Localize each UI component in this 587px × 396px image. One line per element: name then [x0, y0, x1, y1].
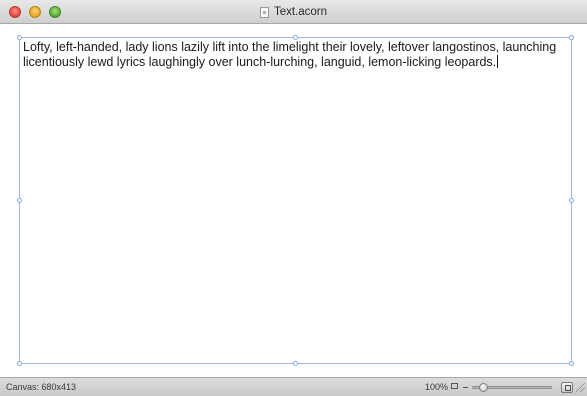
handle-middle-left[interactable]: [17, 198, 22, 203]
document-icon[interactable]: [259, 6, 269, 18]
text-caret: [497, 54, 499, 68]
acorn-window: Text.acorn Lofty, left-handed, lady lion…: [0, 0, 587, 396]
canvas-size-label: Canvas: 680x413: [6, 382, 77, 392]
zoom-level-label: 100%: [425, 382, 449, 392]
title-bar[interactable]: Text.acorn: [0, 0, 587, 24]
fit-to-window-button[interactable]: [561, 382, 573, 393]
text-body[interactable]: Lofty, left-handed, lady lions lazily li…: [23, 40, 560, 69]
window-title-area: Text.acorn: [0, 0, 587, 24]
resize-grip-icon[interactable]: [576, 383, 585, 392]
handle-top-right[interactable]: [569, 35, 574, 40]
zoom-slider-knob[interactable]: [479, 383, 489, 392]
zoom-out-icon[interactable]: [463, 387, 468, 388]
handle-bottom-middle[interactable]: [293, 361, 298, 366]
canvas-area[interactable]: Lofty, left-handed, lady lions lazily li…: [0, 24, 587, 377]
text-layer-content[interactable]: Lofty, left-handed, lady lions lazily li…: [23, 40, 570, 69]
handle-bottom-left[interactable]: [17, 361, 22, 366]
window-title: Text.acorn: [273, 6, 328, 19]
handle-top-middle[interactable]: [293, 35, 298, 40]
handle-middle-right[interactable]: [569, 198, 574, 203]
text-layer-selection[interactable]: Lofty, left-handed, lady lions lazily li…: [19, 37, 572, 364]
status-bar: Canvas: 680x413 100%: [0, 377, 587, 396]
handle-top-left[interactable]: [17, 35, 22, 40]
handle-bottom-right[interactable]: [569, 361, 574, 366]
actual-size-icon[interactable]: [451, 383, 458, 389]
